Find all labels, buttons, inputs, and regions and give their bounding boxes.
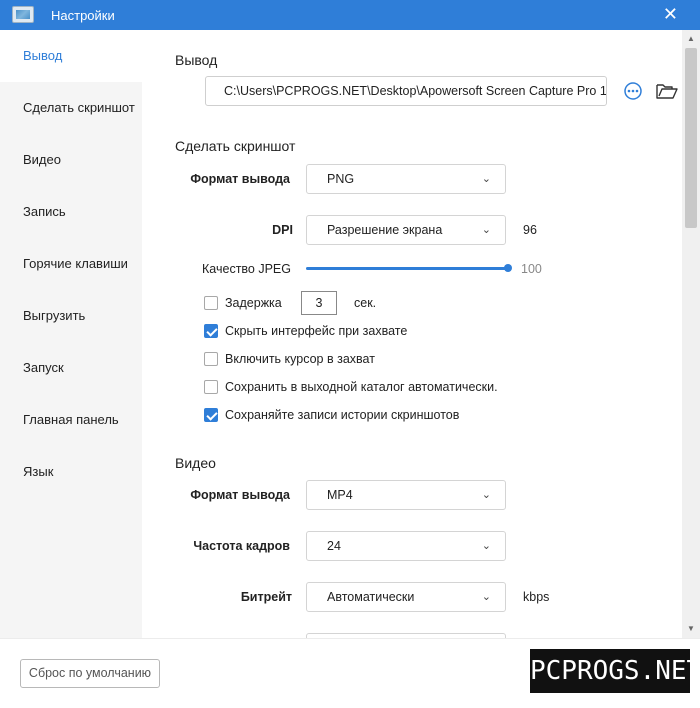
dpi-number: 96: [523, 223, 537, 237]
scroll-up-icon[interactable]: ▲: [682, 32, 700, 46]
sidebar-item-startup[interactable]: Запуск: [0, 342, 142, 394]
delay-unit: сек.: [354, 296, 377, 310]
delay-checkbox[interactable]: [204, 296, 218, 310]
chevron-down-icon: ⌄: [481, 540, 491, 552]
frame-rate-value: 24: [327, 539, 341, 553]
bitrate-value: Автоматически: [327, 590, 415, 604]
video-format-select[interactable]: MP4 ⌄: [306, 480, 506, 510]
delay-input[interactable]: 3: [301, 291, 337, 315]
bitrate-label: Битрейт: [240, 590, 292, 604]
dpi-select[interactable]: Разрешение экрана ⌄: [306, 215, 506, 245]
save-history-checkbox[interactable]: [204, 408, 218, 422]
folder-icon[interactable]: [656, 82, 678, 103]
sidebar-item-language[interactable]: Язык: [0, 446, 142, 498]
bitrate-select[interactable]: Автоматически ⌄: [306, 582, 506, 612]
jpeg-quality-value: 100: [521, 262, 542, 276]
bitrate-unit: kbps: [523, 590, 550, 604]
frame-rate-label: Частота кадров: [193, 539, 290, 553]
video-section-title: Видео: [175, 455, 216, 471]
sidebar-item-hotkeys[interactable]: Горячие клавиши: [0, 238, 142, 290]
sidebar-item-upload[interactable]: Выгрузить: [0, 290, 142, 342]
watermark: PCPROGS.NET: [530, 649, 700, 693]
sidebar-item-main-panel[interactable]: Главная панель: [0, 394, 142, 446]
title-bar: Настройки ✕: [0, 0, 700, 30]
auto-save-checkbox[interactable]: [204, 380, 218, 394]
video-format-value: MP4: [327, 488, 353, 502]
output-section-title: Вывод: [175, 52, 218, 68]
window-title: Настройки: [51, 8, 115, 23]
scrollbar-thumb[interactable]: [685, 48, 697, 228]
jpeg-quality-slider[interactable]: [306, 267, 508, 270]
auto-save-label[interactable]: Сохранить в выходной каталог автоматичес…: [225, 380, 498, 394]
dpi-value: Разрешение экрана: [327, 223, 443, 237]
hide-interface-checkbox[interactable]: [204, 324, 218, 338]
scroll-down-icon[interactable]: ▼: [682, 622, 700, 636]
dpi-label: DPI: [272, 223, 293, 237]
screenshot-section-title: Сделать скриншот: [175, 138, 296, 154]
delay-label[interactable]: Задержка: [225, 296, 282, 310]
sidebar-item-screenshot[interactable]: Сделать скриншот: [0, 82, 142, 134]
settings-content: Вывод C:\Users\PCPROGS.NET\Desktop\Apowe…: [142, 30, 682, 638]
video-format-label: Формат вывода: [190, 488, 290, 502]
screenshot-format-select[interactable]: PNG ⌄: [306, 164, 506, 194]
screenshot-format-label: Формат вывода: [190, 172, 290, 186]
sidebar-item-video[interactable]: Видео: [0, 134, 142, 186]
sidebar-item-output[interactable]: Вывод: [0, 30, 142, 82]
screenshot-format-value: PNG: [327, 172, 355, 186]
chevron-down-icon: ⌄: [481, 489, 491, 501]
chevron-down-icon: ⌄: [481, 224, 491, 236]
frame-rate-select[interactable]: 24 ⌄: [306, 531, 506, 561]
chevron-down-icon: ⌄: [481, 591, 491, 603]
close-icon[interactable]: ✕: [663, 4, 678, 24]
sidebar-item-record[interactable]: Запись: [0, 186, 142, 238]
chevron-down-icon: ⌄: [481, 173, 491, 185]
reset-defaults-button[interactable]: Сброс по умолчанию: [20, 659, 160, 688]
save-history-label[interactable]: Сохраняйте записи истории скриншотов: [225, 408, 459, 422]
app-icon: [12, 6, 34, 23]
jpeg-quality-label: Качество JPEG: [202, 262, 291, 276]
output-path-field[interactable]: C:\Users\PCPROGS.NET\Desktop\Apowersoft …: [205, 76, 607, 106]
include-cursor-checkbox[interactable]: [204, 352, 218, 366]
jpeg-quality-slider-thumb[interactable]: [504, 264, 512, 272]
hide-interface-label[interactable]: Скрыть интерфейс при захвате: [225, 324, 407, 338]
more-icon[interactable]: [623, 81, 643, 104]
include-cursor-label[interactable]: Включить курсор в захват: [225, 352, 375, 366]
sidebar: Вывод Сделать скриншот Видео Запись Горя…: [0, 30, 142, 638]
footer: Сброс по умолчанию PCPROGS.NET: [0, 638, 700, 708]
vertical-scrollbar[interactable]: ▲ ▼: [682, 30, 700, 638]
